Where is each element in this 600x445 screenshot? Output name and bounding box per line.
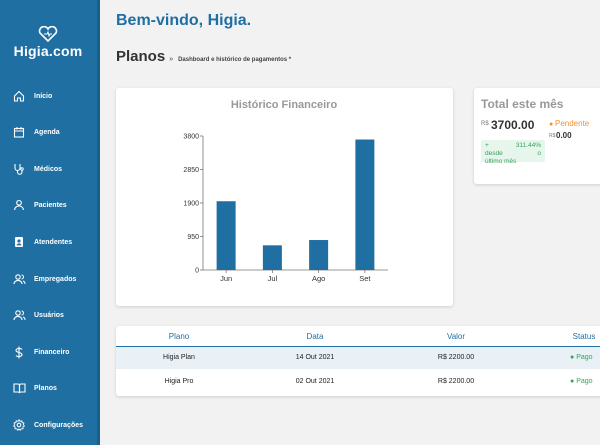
sidebar-item-planos[interactable]: Planos — [0, 375, 96, 401]
table-row[interactable]: Higia Plan 14 Out 2021 R$ 2200.00 ● Pago — [116, 347, 600, 369]
x-tick-label: Ago — [312, 274, 325, 283]
growth-text-o: o — [537, 150, 541, 157]
cell-plano: Higia Plan — [163, 354, 195, 361]
pending-value: 0.00 — [556, 131, 572, 140]
sidebar-item-label: Usuários — [34, 311, 64, 319]
growth-percent: 311.44% — [515, 142, 541, 149]
sidebar-item-label: Médicos — [34, 165, 63, 173]
table-row[interactable]: Higia Pro 02 Out 2021 R$ 2200.00 ● Pago — [116, 371, 600, 393]
sidebar-item-label: Atendentes — [34, 238, 73, 246]
sidebar-item-inicio[interactable]: Início — [0, 83, 96, 109]
chart-bar-jun — [216, 201, 236, 270]
page-subtitle: Dashboard e histórico de pagamentos * — [178, 57, 292, 63]
total-value: 3700.00 — [491, 118, 535, 132]
chart-bar-set — [355, 139, 375, 270]
total-title: Total este mês — [481, 97, 564, 111]
sidebar-item-label: Pacientes — [34, 201, 67, 209]
users-icon — [12, 308, 26, 322]
sidebar-item-label: Financeiro — [34, 348, 70, 356]
financial-history-chart: Histórico Financeiro 0 950 1900 2850 3800 Jun J… — [183, 99, 388, 283]
status-badge: ● Pago — [570, 378, 593, 385]
x-tick-label: Set — [359, 274, 371, 283]
status-text: Pago — [576, 378, 593, 385]
sidebar-item-agenda[interactable]: Agenda — [0, 119, 96, 145]
cell-valor: R$ 2200.00 — [437, 354, 475, 361]
financial-history-card: Histórico Financeiro 0 950 1900 2850 3800 Jun J… — [116, 88, 453, 306]
stethoscope-icon — [12, 162, 26, 176]
sidebar-edge — [97, 0, 100, 445]
pending-dot-icon: ● — [549, 121, 554, 128]
user-icon — [12, 198, 26, 212]
sidebar-item-atendentes[interactable]: Atendentes — [0, 229, 96, 255]
sidebar-item-label: Configurações — [34, 421, 84, 429]
y-tick-label: 3800 — [183, 134, 199, 141]
sidebar-item-pacientes[interactable]: Pacientes — [0, 192, 96, 218]
welcome-heading: Bem-vindo, Higia. — [116, 12, 252, 29]
x-tick-label: Jul — [268, 274, 278, 283]
monthly-total-card: Total este mês R$ 3700.00 ● Pendente R$ … — [474, 88, 600, 184]
x-tick-label: Jun — [220, 274, 232, 283]
y-tick-label: 0 — [195, 268, 199, 275]
calendar-icon — [12, 125, 26, 139]
growth-badge: + 311.44% desde o último mês — [481, 140, 545, 165]
chart-bar-ago — [309, 240, 329, 270]
sidebar: Higia.com Início Agenda Médicos Paciente… — [0, 0, 100, 445]
table-header-data[interactable]: Data — [307, 332, 324, 341]
y-tick-label: 1900 — [183, 201, 199, 208]
home-icon — [12, 89, 26, 103]
table-header-status[interactable]: Status — [573, 332, 596, 341]
chart-title: Histórico Financeiro — [231, 99, 338, 111]
pending-currency: R$ — [549, 133, 556, 139]
breadcrumb: Planos » Dashboard e histórico de pagame… — [116, 48, 291, 65]
app-name: Higia.com — [13, 43, 83, 59]
users-icon — [12, 272, 26, 286]
id-badge-icon — [12, 235, 26, 249]
sidebar-item-financeiro[interactable]: Financeiro — [0, 339, 96, 365]
sidebar-item-label: Empregados — [34, 275, 77, 283]
cell-plano: Higia Pro — [164, 378, 194, 385]
y-tick-label: 2850 — [183, 167, 199, 174]
page-title: Planos — [116, 48, 166, 65]
sidebar-item-label: Início — [34, 92, 53, 100]
sidebar-item-label: Planos — [34, 384, 57, 392]
sidebar-item-empregados[interactable]: Empregados — [0, 266, 96, 292]
status-text: Pago — [576, 354, 593, 361]
sidebar-item-medicos[interactable]: Médicos — [0, 156, 96, 182]
brand[interactable]: Higia.com — [0, 26, 96, 59]
heart-logo-icon — [38, 26, 58, 42]
cell-data: 14 Out 2021 — [295, 354, 335, 361]
table-header-plano[interactable]: Plano — [169, 332, 189, 341]
sidebar-item-label: Agenda — [34, 128, 60, 136]
growth-plus: + — [485, 142, 489, 149]
cell-data: 02 Out 2021 — [295, 378, 335, 385]
dollar-icon — [12, 345, 26, 359]
breadcrumb-separator: » — [169, 56, 174, 63]
total-currency: R$ — [481, 121, 489, 127]
status-badge: ● Pago — [570, 354, 593, 361]
sidebar-item-configuracoes[interactable]: Configurações — [0, 412, 96, 438]
sidebar-item-usuarios[interactable]: Usuários — [0, 302, 96, 328]
pending-label: Pendente — [555, 119, 590, 128]
gear-icon — [12, 418, 26, 432]
table-header-valor[interactable]: Valor — [447, 332, 465, 341]
book-icon — [12, 381, 26, 395]
cell-valor: R$ 2200.00 — [437, 378, 475, 385]
y-tick-label: 950 — [187, 234, 199, 241]
chart-bar-jul — [262, 245, 282, 270]
payments-table: Plano Data Valor Status Higia Plan 14 Ou… — [116, 326, 600, 396]
growth-text-last-month: último mês — [485, 158, 517, 165]
growth-text-since: desde — [485, 150, 503, 157]
